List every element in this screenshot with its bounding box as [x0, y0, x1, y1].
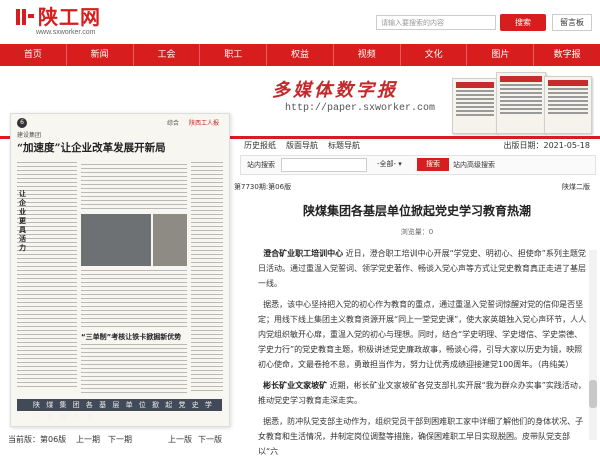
- banner-title: 多媒体数字报: [272, 80, 398, 101]
- prev-issue-link[interactable]: 上一期: [76, 434, 100, 445]
- site-search-label: 站内搜索: [247, 161, 275, 169]
- nav-item-pictures[interactable]: 图片: [467, 44, 535, 66]
- scrollbar-thumb[interactable]: [589, 380, 597, 408]
- page-headline: “加速度”让企业改革发展开新局: [17, 142, 166, 154]
- page-header-right: 综合: [167, 120, 180, 127]
- subnav-page-nav[interactable]: 版面导航: [286, 140, 318, 151]
- logo-text: 陕工网: [38, 5, 101, 29]
- page-column-label: 建设集团: [17, 132, 42, 139]
- paragraph-text: 据悉，防冲队党支部主动作为，组织党员干部到困难职工家中详细了解他们的身体状况、子…: [258, 417, 584, 456]
- site-search-input[interactable]: [281, 158, 367, 172]
- site-header: 陕工网 www.sxworker.com 请输入要搜索的内容 搜索 留言板: [0, 0, 600, 44]
- nav-item-news[interactable]: 新闻: [67, 44, 134, 66]
- current-page-label: 当前版：第06版: [8, 435, 67, 444]
- newspaper-thumbnail: [544, 76, 592, 134]
- next-page-link[interactable]: 下一版: [198, 434, 222, 445]
- paragraph-text: 据悉，该中心坚持把入党的初心作为教育的重点，通过重温入党誓词惊醒对党的信仰是否坚…: [258, 300, 587, 369]
- site-search-bar: 站内搜索 -全部- ▾ 搜索 站内高级搜索: [240, 155, 596, 175]
- page-mid-title: “三单制”考核让铁卡掀掘新优势: [81, 333, 182, 341]
- article-pane: 历史报纸 版面导航 标题导航 出版日期：2021-05-18 站内搜索 -全部-…: [234, 140, 600, 456]
- text-column: [81, 270, 187, 330]
- advanced-search-link[interactable]: 站内高级搜索: [453, 160, 495, 170]
- search-scope-select[interactable]: -全部- ▾: [377, 158, 413, 170]
- text-column: [81, 164, 187, 212]
- article-paragraph: 澄合矿业职工培训中心 近日，澄合职工培训中心开展“学党史、明初心、担使命”系列主…: [258, 246, 588, 291]
- main-nav: 首页 新闻 工会 职工 权益 视频 文化 图片 数字报: [0, 44, 600, 66]
- paragraph-lead: 彬长矿业文家坡矿: [263, 381, 328, 390]
- publish-date: 出版日期：2021-05-18: [503, 141, 591, 150]
- nav-item-union[interactable]: 工会: [134, 44, 201, 66]
- site-search-button[interactable]: 搜索: [417, 158, 449, 171]
- paragraph-lead: 澄合矿业职工培训中心: [263, 249, 344, 258]
- paper-subnav: 历史报纸 版面导航 标题导航: [244, 140, 360, 151]
- logo-url: www.sxworker.com: [36, 29, 96, 36]
- text-column: [191, 162, 223, 394]
- side-title: 让企业更具活力: [19, 190, 26, 252]
- newspaper-thumbnail: [496, 72, 546, 134]
- page-header-strip: 6 综合 陕西工人报: [17, 118, 223, 128]
- nav-item-home[interactable]: 首页: [0, 44, 67, 66]
- subnav-title-nav[interactable]: 标题导航: [328, 140, 360, 151]
- nav-item-culture[interactable]: 文化: [401, 44, 468, 66]
- nav-item-video[interactable]: 视频: [334, 44, 401, 66]
- page-section: 陕煤二版: [562, 183, 590, 191]
- nav-item-digital-paper[interactable]: 数字报: [534, 44, 600, 66]
- nav-item-rights[interactable]: 权益: [267, 44, 334, 66]
- article-views: 浏览量：0: [400, 228, 434, 236]
- next-issue-link[interactable]: 下一期: [108, 434, 132, 445]
- text-column: [81, 344, 187, 396]
- article-paragraph: 据悉，防冲队党支部主动作为，组织党员干部到困难职工家中详细了解他们的身体状况、子…: [258, 414, 588, 459]
- news-photo: [153, 214, 187, 266]
- subnav-history[interactable]: 历史报纸: [244, 140, 276, 151]
- newspaper-stack-image: [452, 72, 592, 134]
- article-paragraph: 据悉，该中心坚持把入党的初心作为教育的重点，通过重温入党誓词惊醒对党的信仰是否坚…: [258, 297, 588, 372]
- issue-number: 第7730期:第06版: [234, 183, 292, 191]
- search-button[interactable]: 搜索: [500, 14, 546, 31]
- prev-page-link[interactable]: 上一版: [168, 434, 192, 445]
- newspaper-page-image[interactable]: 6 综合 陕西工人报 建设集团 “加速度”让企业改革发展开新局 让企业更具活力 …: [10, 113, 230, 427]
- message-board-button[interactable]: 留言板: [552, 14, 592, 31]
- banner-url: http://paper.sxworker.com: [285, 103, 436, 114]
- search-scope-value: -全部-: [377, 160, 397, 168]
- newspaper-thumbnail: [452, 78, 498, 134]
- page-banner-headline: 陕 煤 集 团 各 基 层 单 位 掀 起 党 史 学 习 教 育 热 潮: [17, 399, 222, 421]
- logo-emblem-icon: [16, 9, 34, 25]
- chevron-down-icon: ▾: [398, 160, 402, 168]
- page-header-paper: 陕西工人报: [189, 120, 220, 127]
- article-body: 澄合矿业职工培训中心 近日，澄合职工培训中心开展“学党史、明初心、担使命”系列主…: [258, 246, 588, 465]
- site-logo[interactable]: 陕工网: [14, 6, 101, 28]
- search-input[interactable]: 请输入要搜索的内容: [376, 15, 496, 30]
- article-title: 陕煤集团各基层单位掀起党史学习教育热潮: [302, 204, 531, 218]
- page-number: 6: [17, 118, 27, 128]
- news-photo: [81, 214, 151, 266]
- nav-item-workers[interactable]: 职工: [200, 44, 268, 66]
- article-paragraph: 彬长矿业文家坡矿 近期，彬长矿业文家坡矿各党支部扎实开展“我为群众办实事”实践活…: [258, 378, 588, 408]
- scrollbar-track[interactable]: [589, 250, 597, 440]
